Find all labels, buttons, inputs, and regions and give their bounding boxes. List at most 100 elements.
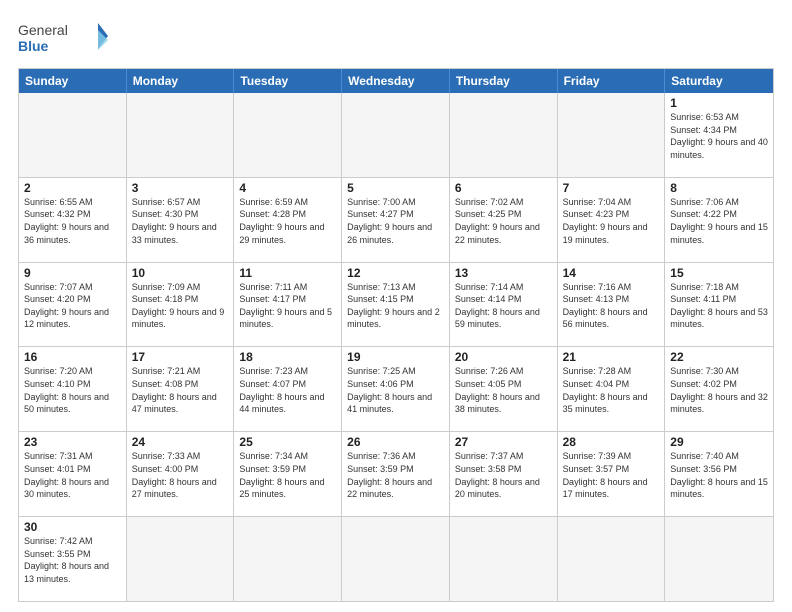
day-header-saturday: Saturday [665, 69, 773, 93]
day-info: Sunrise: 7:40 AMSunset: 3:56 PMDaylight:… [670, 450, 768, 500]
calendar-cell [234, 517, 342, 601]
calendar-cell [558, 93, 666, 177]
calendar-cell: 5Sunrise: 7:00 AMSunset: 4:27 PMDaylight… [342, 178, 450, 262]
day-info: Sunrise: 7:00 AMSunset: 4:27 PMDaylight:… [347, 196, 444, 246]
day-number: 2 [24, 181, 121, 195]
calendar-cell: 15Sunrise: 7:18 AMSunset: 4:11 PMDayligh… [665, 263, 773, 347]
day-number: 16 [24, 350, 121, 364]
day-number: 21 [563, 350, 660, 364]
calendar-cell: 16Sunrise: 7:20 AMSunset: 4:10 PMDayligh… [19, 347, 127, 431]
calendar-cell [127, 517, 235, 601]
calendar-cell: 4Sunrise: 6:59 AMSunset: 4:28 PMDaylight… [234, 178, 342, 262]
day-info: Sunrise: 7:23 AMSunset: 4:07 PMDaylight:… [239, 365, 336, 415]
calendar-body: 1Sunrise: 6:53 AMSunset: 4:34 PMDaylight… [19, 93, 773, 601]
day-number: 9 [24, 266, 121, 280]
day-number: 18 [239, 350, 336, 364]
calendar-cell [19, 93, 127, 177]
day-number: 23 [24, 435, 121, 449]
day-info: Sunrise: 7:18 AMSunset: 4:11 PMDaylight:… [670, 281, 768, 331]
day-info: Sunrise: 7:34 AMSunset: 3:59 PMDaylight:… [239, 450, 336, 500]
calendar-cell: 14Sunrise: 7:16 AMSunset: 4:13 PMDayligh… [558, 263, 666, 347]
day-number: 10 [132, 266, 229, 280]
calendar-row-6: 30Sunrise: 7:42 AMSunset: 3:55 PMDayligh… [19, 516, 773, 601]
day-info: Sunrise: 7:33 AMSunset: 4:00 PMDaylight:… [132, 450, 229, 500]
day-number: 28 [563, 435, 660, 449]
day-info: Sunrise: 7:09 AMSunset: 4:18 PMDaylight:… [132, 281, 229, 331]
day-info: Sunrise: 7:11 AMSunset: 4:17 PMDaylight:… [239, 281, 336, 331]
calendar-cell: 17Sunrise: 7:21 AMSunset: 4:08 PMDayligh… [127, 347, 235, 431]
day-number: 3 [132, 181, 229, 195]
calendar-header: SundayMondayTuesdayWednesdayThursdayFrid… [19, 69, 773, 93]
day-number: 7 [563, 181, 660, 195]
day-number: 22 [670, 350, 768, 364]
day-number: 1 [670, 96, 768, 110]
day-number: 5 [347, 181, 444, 195]
day-header-wednesday: Wednesday [342, 69, 450, 93]
day-number: 17 [132, 350, 229, 364]
day-info: Sunrise: 7:02 AMSunset: 4:25 PMDaylight:… [455, 196, 552, 246]
day-info: Sunrise: 7:06 AMSunset: 4:22 PMDaylight:… [670, 196, 768, 246]
day-number: 4 [239, 181, 336, 195]
calendar-cell: 7Sunrise: 7:04 AMSunset: 4:23 PMDaylight… [558, 178, 666, 262]
day-info: Sunrise: 7:14 AMSunset: 4:14 PMDaylight:… [455, 281, 552, 331]
day-number: 24 [132, 435, 229, 449]
day-info: Sunrise: 7:36 AMSunset: 3:59 PMDaylight:… [347, 450, 444, 500]
calendar-cell: 6Sunrise: 7:02 AMSunset: 4:25 PMDaylight… [450, 178, 558, 262]
day-number: 25 [239, 435, 336, 449]
day-info: Sunrise: 7:30 AMSunset: 4:02 PMDaylight:… [670, 365, 768, 415]
calendar-page: General Blue SundayMondayTuesdayWednesda… [0, 0, 792, 612]
day-info: Sunrise: 7:20 AMSunset: 4:10 PMDaylight:… [24, 365, 121, 415]
calendar-cell: 24Sunrise: 7:33 AMSunset: 4:00 PMDayligh… [127, 432, 235, 516]
day-info: Sunrise: 7:16 AMSunset: 4:13 PMDaylight:… [563, 281, 660, 331]
calendar-cell: 26Sunrise: 7:36 AMSunset: 3:59 PMDayligh… [342, 432, 450, 516]
calendar-cell: 21Sunrise: 7:28 AMSunset: 4:04 PMDayligh… [558, 347, 666, 431]
day-header-sunday: Sunday [19, 69, 127, 93]
day-info: Sunrise: 7:37 AMSunset: 3:58 PMDaylight:… [455, 450, 552, 500]
calendar-cell: 20Sunrise: 7:26 AMSunset: 4:05 PMDayligh… [450, 347, 558, 431]
calendar-cell [450, 93, 558, 177]
calendar-cell [450, 517, 558, 601]
day-info: Sunrise: 7:31 AMSunset: 4:01 PMDaylight:… [24, 450, 121, 500]
day-info: Sunrise: 6:59 AMSunset: 4:28 PMDaylight:… [239, 196, 336, 246]
calendar-cell: 28Sunrise: 7:39 AMSunset: 3:57 PMDayligh… [558, 432, 666, 516]
day-info: Sunrise: 7:21 AMSunset: 4:08 PMDaylight:… [132, 365, 229, 415]
calendar-cell: 11Sunrise: 7:11 AMSunset: 4:17 PMDayligh… [234, 263, 342, 347]
logo: General Blue [18, 18, 108, 58]
calendar-cell: 2Sunrise: 6:55 AMSunset: 4:32 PMDaylight… [19, 178, 127, 262]
calendar-cell: 22Sunrise: 7:30 AMSunset: 4:02 PMDayligh… [665, 347, 773, 431]
calendar-cell: 13Sunrise: 7:14 AMSunset: 4:14 PMDayligh… [450, 263, 558, 347]
calendar-cell: 10Sunrise: 7:09 AMSunset: 4:18 PMDayligh… [127, 263, 235, 347]
day-number: 11 [239, 266, 336, 280]
day-number: 19 [347, 350, 444, 364]
calendar-cell [234, 93, 342, 177]
day-number: 8 [670, 181, 768, 195]
calendar-cell: 19Sunrise: 7:25 AMSunset: 4:06 PMDayligh… [342, 347, 450, 431]
calendar-cell [558, 517, 666, 601]
day-number: 12 [347, 266, 444, 280]
day-number: 30 [24, 520, 121, 534]
day-info: Sunrise: 7:04 AMSunset: 4:23 PMDaylight:… [563, 196, 660, 246]
calendar-cell: 27Sunrise: 7:37 AMSunset: 3:58 PMDayligh… [450, 432, 558, 516]
day-number: 15 [670, 266, 768, 280]
calendar: SundayMondayTuesdayWednesdayThursdayFrid… [18, 68, 774, 602]
day-header-friday: Friday [558, 69, 666, 93]
calendar-cell [342, 517, 450, 601]
calendar-cell: 30Sunrise: 7:42 AMSunset: 3:55 PMDayligh… [19, 517, 127, 601]
calendar-cell: 3Sunrise: 6:57 AMSunset: 4:30 PMDaylight… [127, 178, 235, 262]
day-number: 20 [455, 350, 552, 364]
day-number: 26 [347, 435, 444, 449]
day-number: 13 [455, 266, 552, 280]
day-number: 6 [455, 181, 552, 195]
calendar-cell: 9Sunrise: 7:07 AMSunset: 4:20 PMDaylight… [19, 263, 127, 347]
calendar-cell: 23Sunrise: 7:31 AMSunset: 4:01 PMDayligh… [19, 432, 127, 516]
calendar-row-4: 16Sunrise: 7:20 AMSunset: 4:10 PMDayligh… [19, 346, 773, 431]
day-number: 14 [563, 266, 660, 280]
header: General Blue [18, 18, 774, 58]
day-info: Sunrise: 7:13 AMSunset: 4:15 PMDaylight:… [347, 281, 444, 331]
calendar-cell: 29Sunrise: 7:40 AMSunset: 3:56 PMDayligh… [665, 432, 773, 516]
day-info: Sunrise: 6:55 AMSunset: 4:32 PMDaylight:… [24, 196, 121, 246]
calendar-cell: 1Sunrise: 6:53 AMSunset: 4:34 PMDaylight… [665, 93, 773, 177]
day-info: Sunrise: 7:42 AMSunset: 3:55 PMDaylight:… [24, 535, 121, 585]
calendar-cell: 8Sunrise: 7:06 AMSunset: 4:22 PMDaylight… [665, 178, 773, 262]
logo-svg: General Blue [18, 18, 108, 58]
